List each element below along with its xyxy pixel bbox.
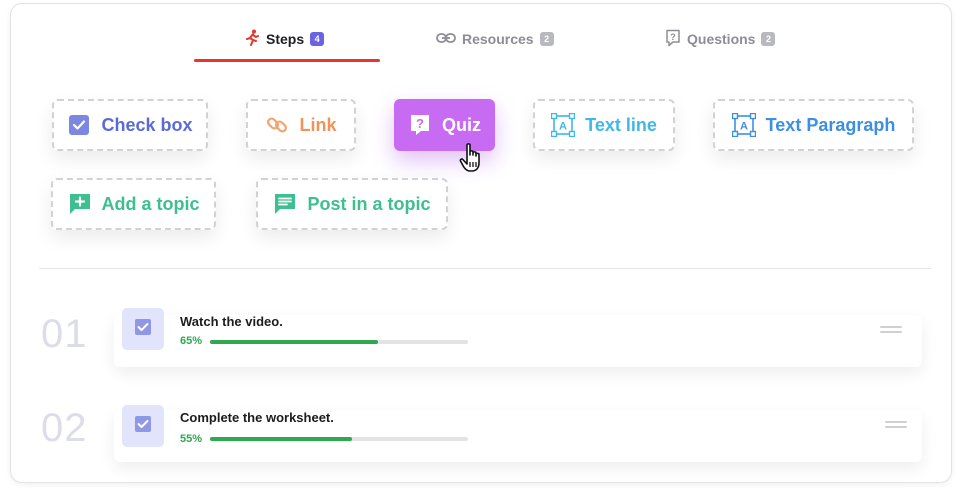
active-tab-indicator bbox=[194, 59, 380, 62]
link-icon bbox=[436, 31, 456, 47]
svg-text:?: ? bbox=[670, 32, 676, 42]
step-title: Watch the video. bbox=[180, 314, 283, 329]
tab-questions[interactable]: ? Questions 2 bbox=[665, 28, 776, 50]
count-badge: 2 bbox=[539, 32, 554, 46]
progress-bar bbox=[210, 340, 468, 344]
progress-fill bbox=[210, 340, 378, 344]
post-topic-tool-button[interactable]: Post in a topic bbox=[256, 178, 448, 230]
drag-handle-icon[interactable] bbox=[885, 421, 907, 429]
question-icon: ? bbox=[665, 29, 681, 50]
link-tool-button[interactable]: Link bbox=[246, 99, 356, 151]
tab-steps[interactable]: Steps 4 bbox=[244, 28, 325, 50]
progress-bar bbox=[210, 437, 468, 441]
chip-label: Add a topic bbox=[101, 193, 200, 214]
progress-percent: 65% bbox=[180, 335, 203, 347]
count-badge: 4 bbox=[310, 32, 325, 46]
tab-label: Resources bbox=[462, 31, 534, 47]
chip-label: Quiz bbox=[442, 114, 481, 135]
tab-resources[interactable]: Resources 2 bbox=[436, 28, 554, 50]
add-topic-tool-button[interactable]: Add a topic bbox=[51, 178, 216, 230]
chip-label: Text Paragraph bbox=[765, 114, 896, 135]
step-number: 02 bbox=[41, 406, 88, 450]
tab-label: Questions bbox=[687, 31, 756, 47]
drag-handle-icon[interactable] bbox=[880, 326, 902, 334]
text-line-tool-button[interactable]: A Text line bbox=[533, 99, 675, 151]
running-person-icon bbox=[244, 29, 260, 50]
text-frame-icon: A bbox=[731, 113, 756, 137]
comment-icon bbox=[273, 192, 297, 216]
svg-text:?: ? bbox=[416, 116, 424, 131]
svg-text:A: A bbox=[740, 121, 748, 133]
checkbox-icon bbox=[134, 318, 152, 341]
checkbox-icon bbox=[134, 415, 152, 438]
chain-link-icon bbox=[265, 113, 289, 137]
checkbox-tool-button[interactable]: Check box bbox=[52, 99, 208, 151]
add-comment-icon bbox=[68, 192, 92, 216]
count-badge: 2 bbox=[761, 32, 776, 46]
step-title: Complete the worksheet. bbox=[180, 410, 334, 425]
chip-label: Post in a topic bbox=[307, 193, 431, 214]
svg-text:A: A bbox=[559, 121, 567, 133]
chip-label: Link bbox=[299, 114, 337, 135]
chip-label: Check box bbox=[101, 114, 193, 135]
chip-label: Text line bbox=[585, 114, 657, 135]
checkbox-icon bbox=[67, 113, 91, 137]
quiz-icon: ? bbox=[408, 113, 432, 137]
text-paragraph-tool-button[interactable]: A Text Paragraph bbox=[713, 99, 914, 151]
step-checkbox[interactable] bbox=[122, 405, 164, 447]
progress-fill bbox=[210, 437, 352, 441]
step-checkbox[interactable] bbox=[122, 308, 164, 350]
tab-label: Steps bbox=[266, 31, 305, 47]
progress-percent: 55% bbox=[180, 433, 203, 445]
hand-cursor-icon bbox=[459, 142, 487, 179]
section-divider bbox=[39, 268, 931, 269]
text-frame-icon: A bbox=[551, 113, 576, 137]
step-number: 01 bbox=[41, 312, 88, 356]
